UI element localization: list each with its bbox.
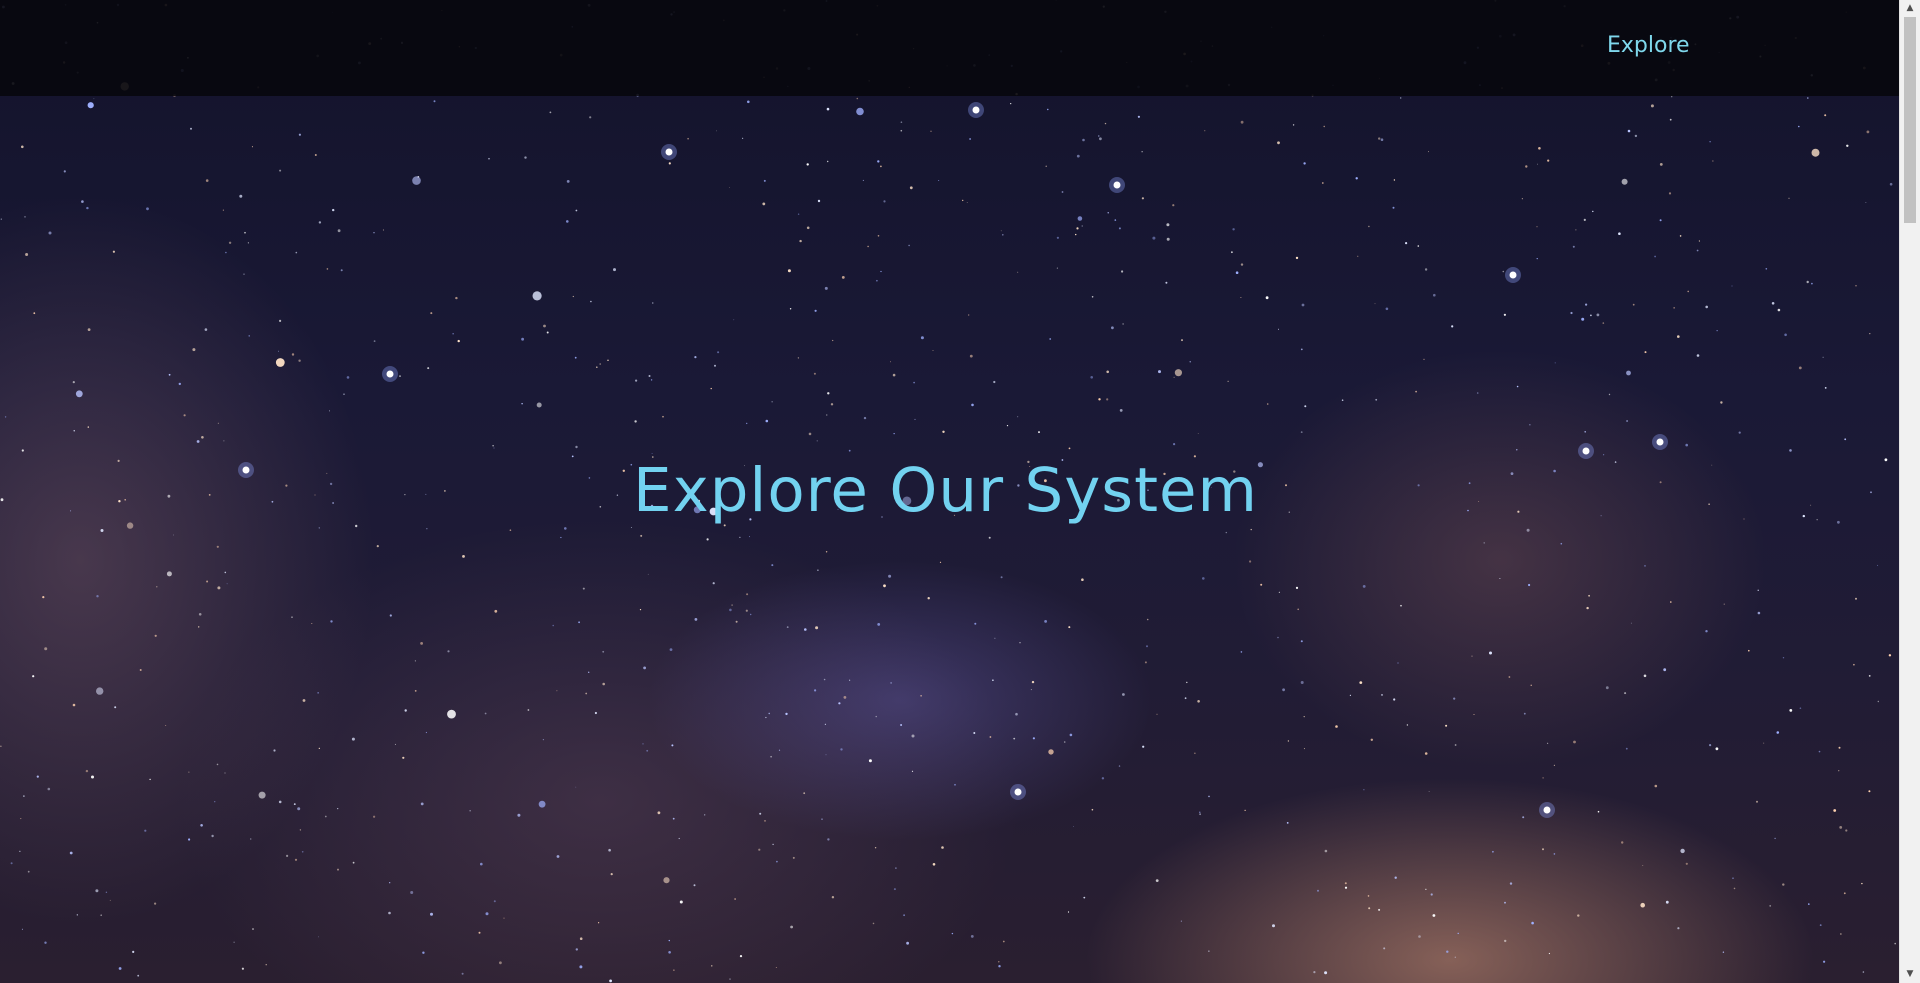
nav-link-explore[interactable]: Explore bbox=[1607, 33, 1690, 58]
scroll-thumb[interactable] bbox=[1904, 17, 1916, 223]
scroll-up-arrow-icon[interactable]: ▲ bbox=[1900, 0, 1920, 17]
top-navbar: Explore bbox=[0, 0, 1899, 96]
page-viewport: Explore Explore Our System ▲ ▼ bbox=[0, 0, 1920, 983]
hero-title-text: Explore Our System bbox=[633, 455, 1258, 526]
scroll-down-arrow-icon[interactable]: ▼ bbox=[1900, 966, 1920, 983]
hero-title: Explore Our System bbox=[0, 455, 1899, 526]
vertical-scrollbar[interactable]: ▲ ▼ bbox=[1899, 0, 1920, 983]
